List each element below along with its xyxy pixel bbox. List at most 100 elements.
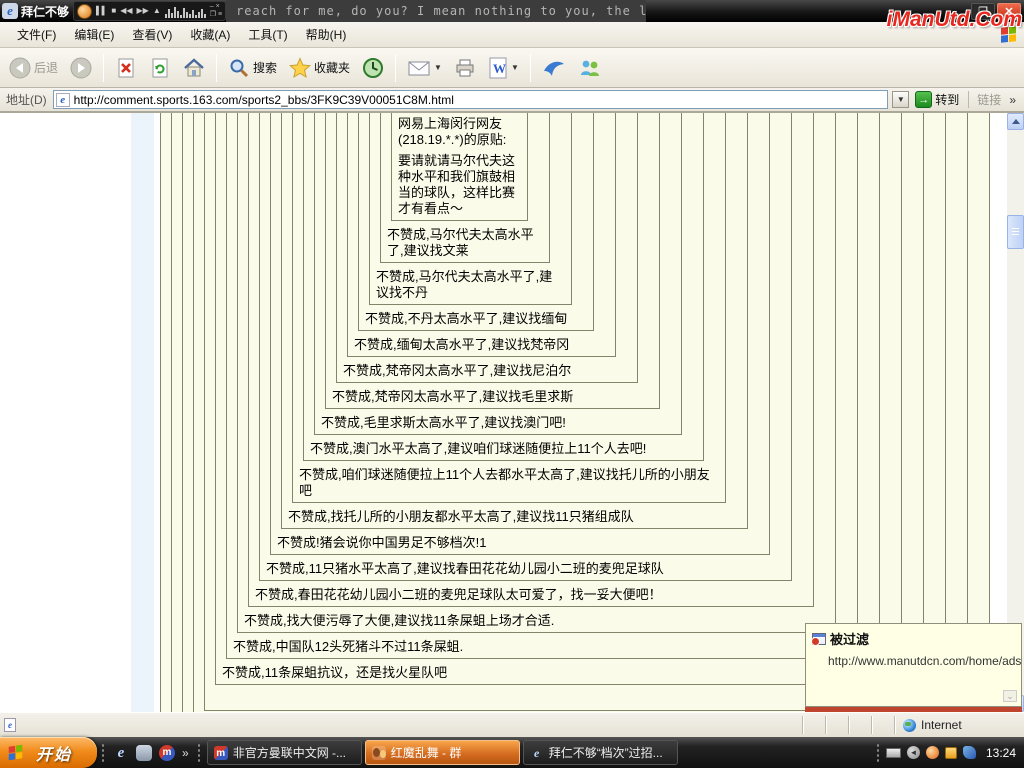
player-next-button[interactable]: ▶▶ (137, 2, 149, 20)
comment-text: 不赞成,11只猪水平太高了,建议找春田花花幼儿园小二班的麦兜足球队 (266, 561, 785, 577)
taskbar: 开始 e m » m 非官方曼联中文网 -... 红魔乱舞 - 群 e 拜仁不够… (0, 737, 1024, 768)
quicklaunch-app-icon[interactable] (136, 745, 152, 761)
refresh-button[interactable] (144, 54, 176, 82)
comment-text-clipped (211, 691, 895, 707)
go-arrow-icon: → (915, 91, 932, 108)
player-prev-button[interactable]: ◀◀ (120, 2, 132, 20)
links-label[interactable]: 链接 (968, 91, 1005, 108)
popup-footer-bar (805, 707, 1022, 712)
toolbar-separator (395, 54, 396, 82)
links-overflow-chevron[interactable]: » (1009, 93, 1020, 107)
tray-messenger-icon[interactable] (963, 746, 976, 759)
menu-help[interactable]: 帮助(H) (297, 22, 356, 47)
search-button[interactable]: 搜索 (223, 54, 282, 82)
mail-dropdown-caret[interactable]: ▼ (434, 63, 442, 72)
back-button[interactable]: 后退 (4, 54, 63, 82)
tray-keyboard-icon[interactable] (886, 748, 901, 758)
comment-box: 网易上海闵行网友 (218.19.*.*)的原贴:要请就请马尔代夫这种水平和我们… (314, 113, 682, 435)
thunder-bird-icon (542, 57, 566, 79)
quicklaunch-manutd-icon[interactable]: m (159, 745, 175, 761)
player-stop-button[interactable]: ■ (111, 2, 116, 20)
thunder-download-button[interactable] (537, 54, 571, 82)
address-dropdown-button[interactable]: ▼ (892, 91, 909, 108)
refresh-icon (149, 57, 171, 79)
status-zone-pane: Internet (894, 716, 1024, 734)
original-post-body: 要请就请马尔代夫这种水平和我们旗鼓相当的球队，这样比赛才有看点～ (398, 153, 521, 217)
tray-lock-icon[interactable] (945, 747, 957, 759)
toolbar-separator (216, 54, 217, 82)
quick-launch-bar: e m » (109, 745, 193, 761)
scroll-up-button[interactable] (1007, 113, 1024, 130)
imanutd-watermark: iManUtd.Com (887, 8, 1022, 32)
menu-view[interactable]: 查看(V) (123, 22, 181, 47)
home-icon (183, 57, 205, 79)
popup-blocked-url[interactable]: http://www.manutdcn.com/home/ads (806, 650, 1021, 668)
qq-group-icon (372, 746, 386, 760)
start-button[interactable]: 开始 (0, 737, 97, 768)
history-button[interactable] (357, 54, 389, 82)
window-titlebar[interactable]: e 拜仁不够 ▌▌ ■ ◀◀ ▶▶ ▲ – × ❐ ≡ reach for me… (0, 0, 1024, 22)
messenger-button[interactable] (573, 54, 607, 82)
mail-icon (407, 57, 431, 79)
comment-box: 网易上海闵行网友 (218.19.*.*)的原贴:要请就请马尔代夫这种水平和我们… (248, 113, 814, 607)
comment-box: 网易上海闵行网友 (218.19.*.*)的原贴:要请就请马尔代夫这种水平和我们… (281, 113, 748, 529)
comment-text: 不赞成,缅甸太高水平了,建议找梵帝冈 (354, 337, 609, 353)
player-spectrum-bars (165, 5, 206, 18)
player-pause-button[interactable]: ▌▌ (96, 2, 107, 20)
menu-favorites[interactable]: 收藏(A) (181, 22, 239, 47)
quicklaunch-overflow-chevron[interactable]: » (182, 746, 189, 760)
edit-with-word-button[interactable]: W ▼ (483, 54, 524, 82)
word-dropdown-caret[interactable]: ▼ (511, 63, 519, 72)
address-label: 地址(D) (4, 91, 49, 108)
home-button[interactable] (178, 54, 210, 82)
address-url-text[interactable]: http://comment.sports.163.com/sports2_bb… (74, 93, 454, 107)
popup-expand-chevron[interactable]: ⌄ (1003, 690, 1017, 702)
scrollbar-thumb[interactable] (1007, 215, 1024, 249)
print-button[interactable] (449, 54, 481, 82)
ie-task-icon: e (530, 746, 544, 760)
menu-edit[interactable]: 编辑(E) (65, 22, 123, 47)
status-message-pane: e (0, 718, 802, 732)
tray-qq-icon[interactable] (926, 746, 939, 759)
quicklaunch-ie-icon[interactable]: e (113, 745, 129, 761)
msn-messenger-icon (578, 57, 602, 79)
comment-text: 不赞成,找大便污辱了大便,建议找11条屎蛆上场才合适. (244, 613, 829, 629)
menu-file[interactable]: 文件(F) (8, 22, 65, 47)
status-page-icon: e (4, 718, 16, 732)
comment-text: 不赞成,梵帝冈太高水平了,建议找毛里求斯 (332, 389, 653, 405)
comment-box: 网易上海闵行网友 (218.19.*.*)的原贴:要请就请马尔代夫这种水平和我们… (347, 113, 616, 357)
comment-box: 网易上海闵行网友 (218.19.*.*)的原贴:要请就请马尔代夫这种水平和我们… (325, 113, 660, 409)
menu-tools[interactable]: 工具(T) (239, 22, 296, 47)
comment-text: 不赞成,马尔代夫太高水平了,建议找文莱 (387, 227, 543, 259)
mail-button[interactable]: ▼ (402, 54, 447, 82)
comment-box: 网易上海闵行网友 (218.19.*.*)的原贴:要请就请马尔代夫这种水平和我们… (380, 113, 550, 263)
stop-icon (115, 57, 137, 79)
stop-button[interactable] (110, 54, 142, 82)
player-mini-buttons[interactable]: – × ❐ ≡ (210, 3, 222, 19)
player-eject-button[interactable]: ▲ (153, 2, 161, 20)
internet-zone-globe-icon (903, 719, 916, 732)
popup-blocked-notification[interactable]: 被过滤 http://www.manutdcn.com/home/ads ⌄ (805, 623, 1022, 707)
forward-icon (70, 57, 92, 79)
comment-box: 网易上海闵行网友 (218.19.*.*)的原贴:要请就请马尔代夫这种水平和我们… (369, 113, 572, 305)
page-blue-strip (131, 113, 154, 712)
comment-text: 不赞成,不丹太高水平了,建议找缅甸 (365, 311, 587, 327)
comment-text: 不赞成,毛里求斯太高水平了,建议找澳门吧! (321, 415, 675, 431)
ie-app-icon: e (2, 3, 18, 19)
tray-back-circle-icon[interactable]: ◄ (907, 746, 920, 759)
toolbar-separator (530, 54, 531, 82)
comment-text: 不赞成,11条屎蛆抗议，还是找火星队吧 (222, 665, 873, 681)
forward-button[interactable] (65, 54, 97, 82)
task-button-ie-window[interactable]: e 拜仁不够“档次”过招... (523, 740, 678, 765)
mini-music-player[interactable]: ▌▌ ■ ◀◀ ▶▶ ▲ – × ❐ ≡ (73, 1, 226, 21)
svg-text:W: W (493, 61, 506, 76)
task-button-qq-group[interactable]: 红魔乱舞 - 群 (365, 740, 520, 765)
address-input[interactable]: e http://comment.sports.163.com/sports2_… (53, 90, 889, 109)
standard-toolbar: 后退 搜索 收藏夹 ▼ W ▼ (0, 48, 1024, 88)
comment-text: 不赞成,找托儿所的小朋友都水平太高了,建议找11只猪组成队 (288, 509, 741, 525)
task-button-manutd-site[interactable]: m 非官方曼联中文网 -... (207, 740, 362, 765)
start-windows-logo-icon (9, 745, 23, 760)
favorites-button[interactable]: 收藏夹 (284, 54, 355, 82)
go-button[interactable]: → 转到 (913, 90, 964, 109)
taskbar-separator (876, 743, 880, 763)
